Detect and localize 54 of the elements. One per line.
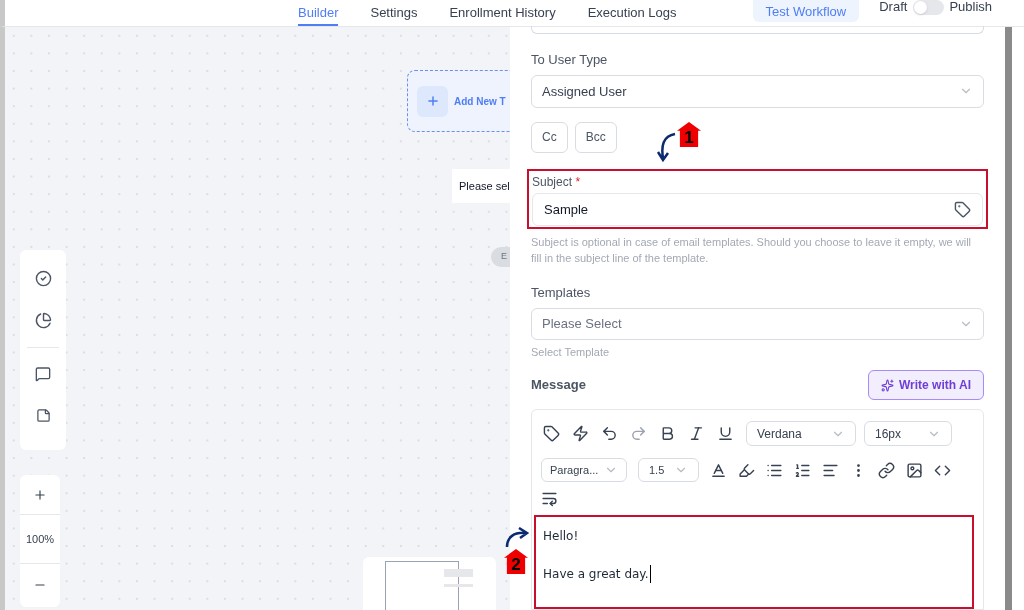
end-pill: E	[491, 247, 510, 267]
lightning-icon[interactable]	[572, 425, 589, 442]
italic-icon[interactable]	[688, 425, 705, 442]
user-type-select[interactable]: Assigned User	[531, 75, 984, 108]
tag-icon[interactable]	[543, 425, 560, 442]
scrollbar[interactable]	[1005, 27, 1012, 610]
sticky-note-icon[interactable]	[35, 408, 51, 423]
help-text: Subject is optional in case of email templates. Should you choose to leave it empty, we will fill in the subject line of the template.	[531, 235, 973, 267]
add-node-label: Add New T	[454, 94, 506, 109]
previous-field[interactable]	[531, 26, 984, 34]
block-type-select[interactable]: Paragra...	[541, 458, 627, 482]
numbered-list-icon[interactable]	[794, 461, 811, 479]
write-with-ai-button[interactable]: Write with AI	[868, 370, 984, 400]
message-line: Have a great day.	[543, 565, 651, 583]
font-select[interactable]: Verdana	[746, 421, 856, 446]
tab[interactable]: Settings	[370, 0, 418, 26]
text-color-icon[interactable]	[710, 461, 727, 479]
field-label: Templates	[531, 284, 592, 303]
highlighter-icon[interactable]	[738, 461, 755, 479]
publish-toggle[interactable]	[913, 0, 945, 15]
annotation-arrow	[655, 132, 677, 162]
annotation-arrow	[504, 527, 530, 549]
publish-label: Publish	[949, 0, 993, 13]
copy-button[interactable]: Bcc	[574, 121, 617, 153]
zoom-level: 100%	[20, 515, 60, 564]
field-label: To User Type	[531, 50, 609, 69]
image-icon[interactable]	[906, 461, 923, 479]
tag-icon[interactable]	[954, 201, 971, 219]
subject-field[interactable]: Sample	[532, 193, 983, 227]
underline-icon[interactable]	[717, 425, 734, 442]
field-label: Subject *	[532, 174, 581, 189]
comment-icon[interactable]	[35, 366, 51, 382]
tab[interactable]: Enrollment History	[449, 0, 556, 26]
message-line: Hello!	[543, 528, 579, 545]
message-body[interactable]: Hello! Have a great day.	[534, 515, 974, 609]
wrap-text-icon[interactable]	[541, 490, 558, 507]
undo-icon[interactable]	[601, 425, 618, 442]
field-label: Message	[531, 376, 586, 395]
test-workflow-button[interactable]: Test Workflow	[752, 0, 860, 22]
copy-button[interactable]: Cc	[531, 121, 568, 153]
pie-chart-icon[interactable]	[34, 312, 52, 329]
sparkles-icon	[881, 378, 894, 392]
plus-icon	[33, 487, 47, 502]
line-height-select[interactable]: 1.5	[638, 458, 699, 482]
help-text: Select Template	[531, 344, 611, 360]
step-badge: 1	[677, 122, 701, 147]
select-node[interactable]: Please sel	[452, 169, 510, 203]
font-size-select[interactable]: 16px	[864, 421, 952, 446]
templates-select[interactable]: Please Select	[531, 307, 984, 340]
plus-icon	[425, 94, 440, 108]
check-circle-icon[interactable]	[34, 270, 52, 287]
tab[interactable]: Execution Logs	[587, 0, 677, 26]
draft-label: Draft	[879, 0, 908, 13]
link-icon[interactable]	[878, 461, 895, 479]
